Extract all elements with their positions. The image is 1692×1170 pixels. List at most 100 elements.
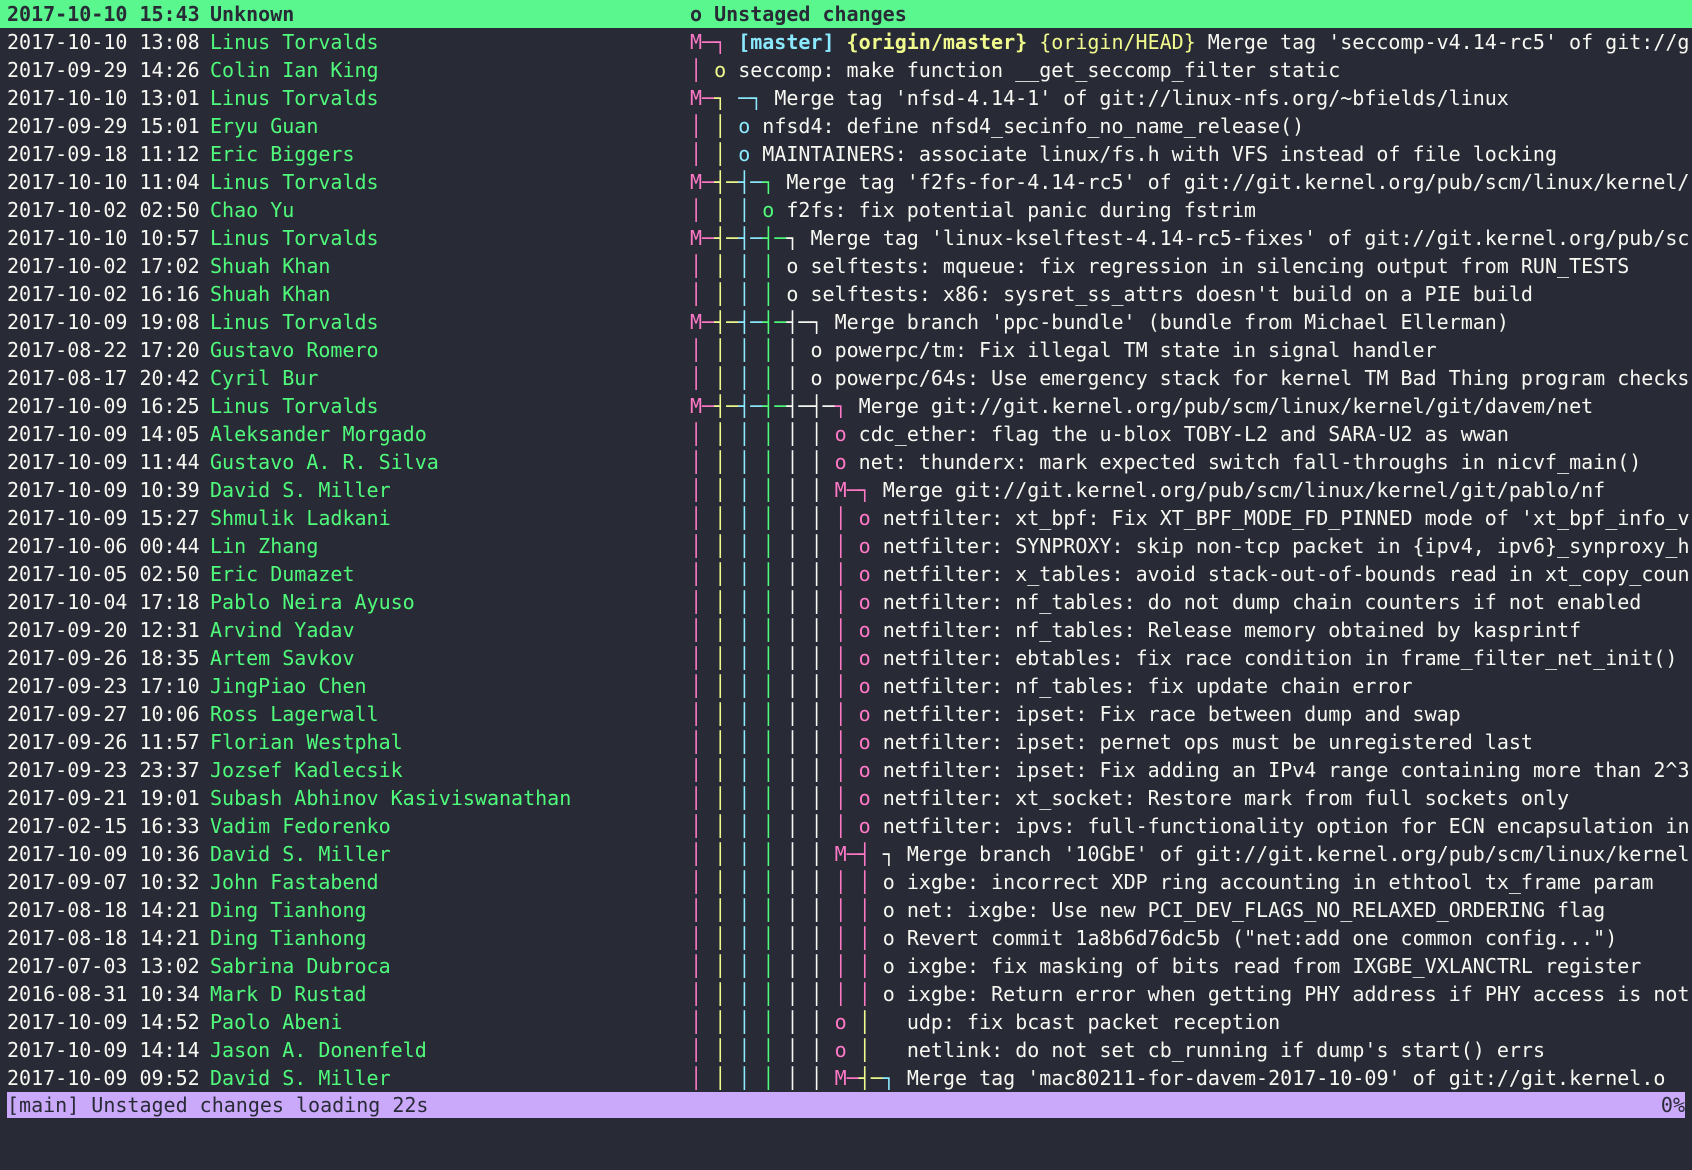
commit-row[interactable]: 2017-09-07 10:32 John Fastabend │ │ │ │ │ … (0, 868, 1692, 896)
commit-row[interactable]: 2017-10-09 09:52 David S. Miller │ │ │ │ │… (0, 1064, 1692, 1092)
graph-segment: o (858, 786, 883, 810)
commit-author: Linus Torvalds (210, 30, 379, 54)
graph-segment: │ (810, 982, 835, 1006)
commit-row[interactable]: 2017-09-27 10:06 Ross Lagerwall │ │ │ │ │ … (0, 700, 1692, 728)
commit-graph: │ │ │ │ │ │ │ o netfilter: xt_bpf: Fix X… (690, 504, 1690, 532)
graph-segment: │ (762, 646, 787, 670)
graph-segment: o (810, 338, 835, 362)
graph-segment: │ (690, 450, 715, 474)
graph-segment: │ (834, 590, 859, 614)
commit-row[interactable]: 2017-10-09 14:52 Paolo Abeni │ │ │ │ │ │ o… (0, 1008, 1692, 1036)
commit-row[interactable]: 2017-10-09 10:39 David S. Miller │ │ │ │ │… (0, 476, 1692, 504)
commit-row[interactable]: 2017-09-23 23:37 Jozsef Kadlecsik │ │ │ │ … (0, 756, 1692, 784)
graph-segment: o (858, 674, 883, 698)
commit-date: 2017-10-09 14:14 (7, 1038, 200, 1062)
graph-segment: ┤─ (786, 394, 811, 418)
commit-row[interactable]: 2017-09-26 11:57 Florian Westphal │ │ │ │ … (0, 728, 1692, 756)
commit-row[interactable]: 2017-09-18 11:12 Eric Biggers │ │ o MAINTA… (0, 140, 1692, 168)
commit-date: 2017-10-09 16:25 (7, 394, 200, 418)
commit-graph: M─┐ [master] {origin/master} {origin/HEA… (690, 28, 1690, 56)
graph-segment: │ (810, 870, 835, 894)
commit-author: Arvind Yadav (210, 618, 355, 642)
commit-graph: │ │ │ │ │ o powerpc/64s: Use emergency s… (690, 364, 1690, 392)
commit-message: netfilter: nf_tables: do not dump chain … (882, 590, 1642, 614)
commit-date: 2017-10-06 00:44 (7, 534, 200, 558)
graph-segment: o (858, 506, 883, 530)
commit-message: Merge branch 'ppc-bundle' (bundle from M… (834, 310, 1509, 334)
graph-segment: │ (714, 142, 739, 166)
graph-segment: │ (738, 702, 763, 726)
commit-row[interactable]: 2017-10-04 17:18 Pablo Neira Ayuso │ │ │ │… (0, 588, 1692, 616)
graph-segment: │ (738, 618, 763, 642)
commit-message: ixgbe: incorrect XDP ring accounting in … (906, 870, 1654, 894)
commit-row[interactable]: 2017-08-18 14:21 Ding Tianhong │ │ │ │ │ │… (0, 896, 1692, 924)
commit-row[interactable]: 2017-08-22 17:20 Gustavo Romero │ │ │ │ │ … (0, 336, 1692, 364)
commit-row[interactable]: 2017-08-18 14:21 Ding Tianhong │ │ │ │ │ │… (0, 924, 1692, 952)
commit-author: John Fastabend (210, 870, 379, 894)
commit-row[interactable]: 2017-07-03 13:02 Sabrina Dubroca │ │ │ │ │… (0, 952, 1692, 980)
commit-author: Shuah Khan (210, 254, 331, 278)
commit-row[interactable]: 2017-10-02 17:02 Shuah Khan │ │ │ │ o self… (0, 252, 1692, 280)
commit-row[interactable]: 2016-08-31 10:34 Mark D Rustad │ │ │ │ │ │… (0, 980, 1692, 1008)
commit-date: 2017-08-17 20:42 (7, 366, 200, 390)
graph-segment: │ (714, 1038, 739, 1062)
graph-segment: │ (834, 618, 859, 642)
commit-row[interactable]: 2017-10-06 00:44 Lin Zhang │ │ │ │ │ │ │ o… (0, 532, 1692, 560)
commit-row[interactable]: 2017-10-09 19:08 Linus Torvalds M─┤─┤─┤─┤─… (0, 308, 1692, 336)
graph-segment: │ (738, 590, 763, 614)
commit-row[interactable]: 2017-09-29 15:01 Eryu Guan │ │ o nfsd4: de… (0, 112, 1692, 140)
commit-row[interactable]: 2017-09-26 18:35 Artem Savkov │ │ │ │ │ │ … (0, 644, 1692, 672)
graph-segment: o (858, 702, 883, 726)
graph-segment: │ (738, 254, 763, 278)
graph-segment: │ (810, 618, 835, 642)
graph-segment: │ (834, 730, 859, 754)
commit-author: Eric Dumazet (210, 562, 355, 586)
graph-segment: │ (762, 842, 787, 866)
commit-graph: o Unstaged changes (690, 0, 1690, 28)
commit-row[interactable]: 2017-08-17 20:42 Cyril Bur │ │ │ │ │ o pow… (0, 364, 1692, 392)
scroll-percent: 0% (1660, 1093, 1685, 1117)
commit-author: Gustavo Romero (210, 338, 379, 362)
commit-row[interactable]: 2017-10-09 15:27 Shmulik Ladkani │ │ │ │ │… (0, 504, 1692, 532)
commit-row[interactable]: 2017-10-05 02:50 Eric Dumazet │ │ │ │ │ │ … (0, 560, 1692, 588)
commit-row[interactable]: 2017-09-21 19:01 Subash Abhinov Kasiviswa… (0, 784, 1692, 812)
graph-segment: o (786, 282, 811, 306)
graph-segment: o (858, 758, 883, 782)
commit-graph: │ │ │ │ │ │ │ o netfilter: ipset: pernet… (690, 728, 1690, 756)
commit-row[interactable]: 2017-10-10 11:04 Linus Torvalds M─┤─┤─┐ Me… (0, 168, 1692, 196)
commit-row[interactable]: 2017-10-10 13:01 Linus Torvalds M─┐ ─┐ Mer… (0, 84, 1692, 112)
graph-segment: │ (762, 366, 787, 390)
current-line-highlight[interactable]: 2017-10-10 15:43 Unknown o Unstaged chan… (0, 0, 1692, 28)
graph-segment: │ (834, 786, 859, 810)
commit-row[interactable]: 2017-09-20 12:31 Arvind Yadav │ │ │ │ │ │ … (0, 616, 1692, 644)
commit-row[interactable]: 2017-10-09 11:44 Gustavo A. R. Silva │ │ │… (0, 448, 1692, 476)
commit-row[interactable]: 2017-10-09 10:36 David S. Miller │ │ │ │ │… (0, 840, 1692, 868)
commit-author: Eryu Guan (210, 114, 319, 138)
graph-segment: │ (762, 534, 787, 558)
graph-segment: │ (690, 338, 715, 362)
commit-message: ixgbe: Return error when getting PHY add… (906, 982, 1690, 1006)
commit-graph: M─┤─┤─┤─┤─┤─┐ Merge git://git.kernel.org… (690, 392, 1690, 420)
graph-segment: │ (738, 674, 763, 698)
commit-author: Shmulik Ladkani (210, 506, 391, 530)
commit-row[interactable]: 2017-10-09 14:05 Aleksander Morgado │ │ │ … (0, 420, 1692, 448)
graph-segment: │ (738, 366, 763, 390)
commit-row[interactable]: 2017-02-15 16:33 Vadim Fedorenko │ │ │ │ │… (0, 812, 1692, 840)
commit-row[interactable]: 2017-09-29 14:26 Colin Ian King │ o seccom… (0, 56, 1692, 84)
commit-row[interactable]: 2017-10-09 16:25 Linus Torvalds M─┤─┤─┤─┤─… (0, 392, 1692, 420)
commit-date: 2017-10-02 17:02 (7, 254, 200, 278)
graph-segment: o (858, 562, 883, 586)
commit-row[interactable]: 2017-10-02 16:16 Shuah Khan │ │ │ │ o self… (0, 280, 1692, 308)
graph-segment: │ (690, 842, 715, 866)
commit-message: netfilter: ipset: pernet ops must be unr… (882, 730, 1533, 754)
commit-row[interactable]: 2017-10-09 14:14 Jason A. Donenfeld │ │ │ … (0, 1036, 1692, 1064)
commit-row[interactable]: 2017-10-10 13:08 Linus Torvalds M─┐ [maste… (0, 28, 1692, 56)
commit-row[interactable]: 2017-09-23 17:10 JingPiao Chen │ │ │ │ │ │… (0, 672, 1692, 700)
graph-segment: │ (786, 366, 811, 390)
commit-row[interactable]: 2017-10-10 10:57 Linus Torvalds M─┤─┤─┤─┐ … (0, 224, 1692, 252)
commit-author: David S. Miller (210, 842, 391, 866)
graph-segment: │ (810, 674, 835, 698)
commit-row[interactable]: 2017-10-02 02:50 Chao Yu │ │ │ o f2fs: fix… (0, 196, 1692, 224)
graph-segment: │ (834, 982, 859, 1006)
graph-node: o (690, 2, 703, 26)
